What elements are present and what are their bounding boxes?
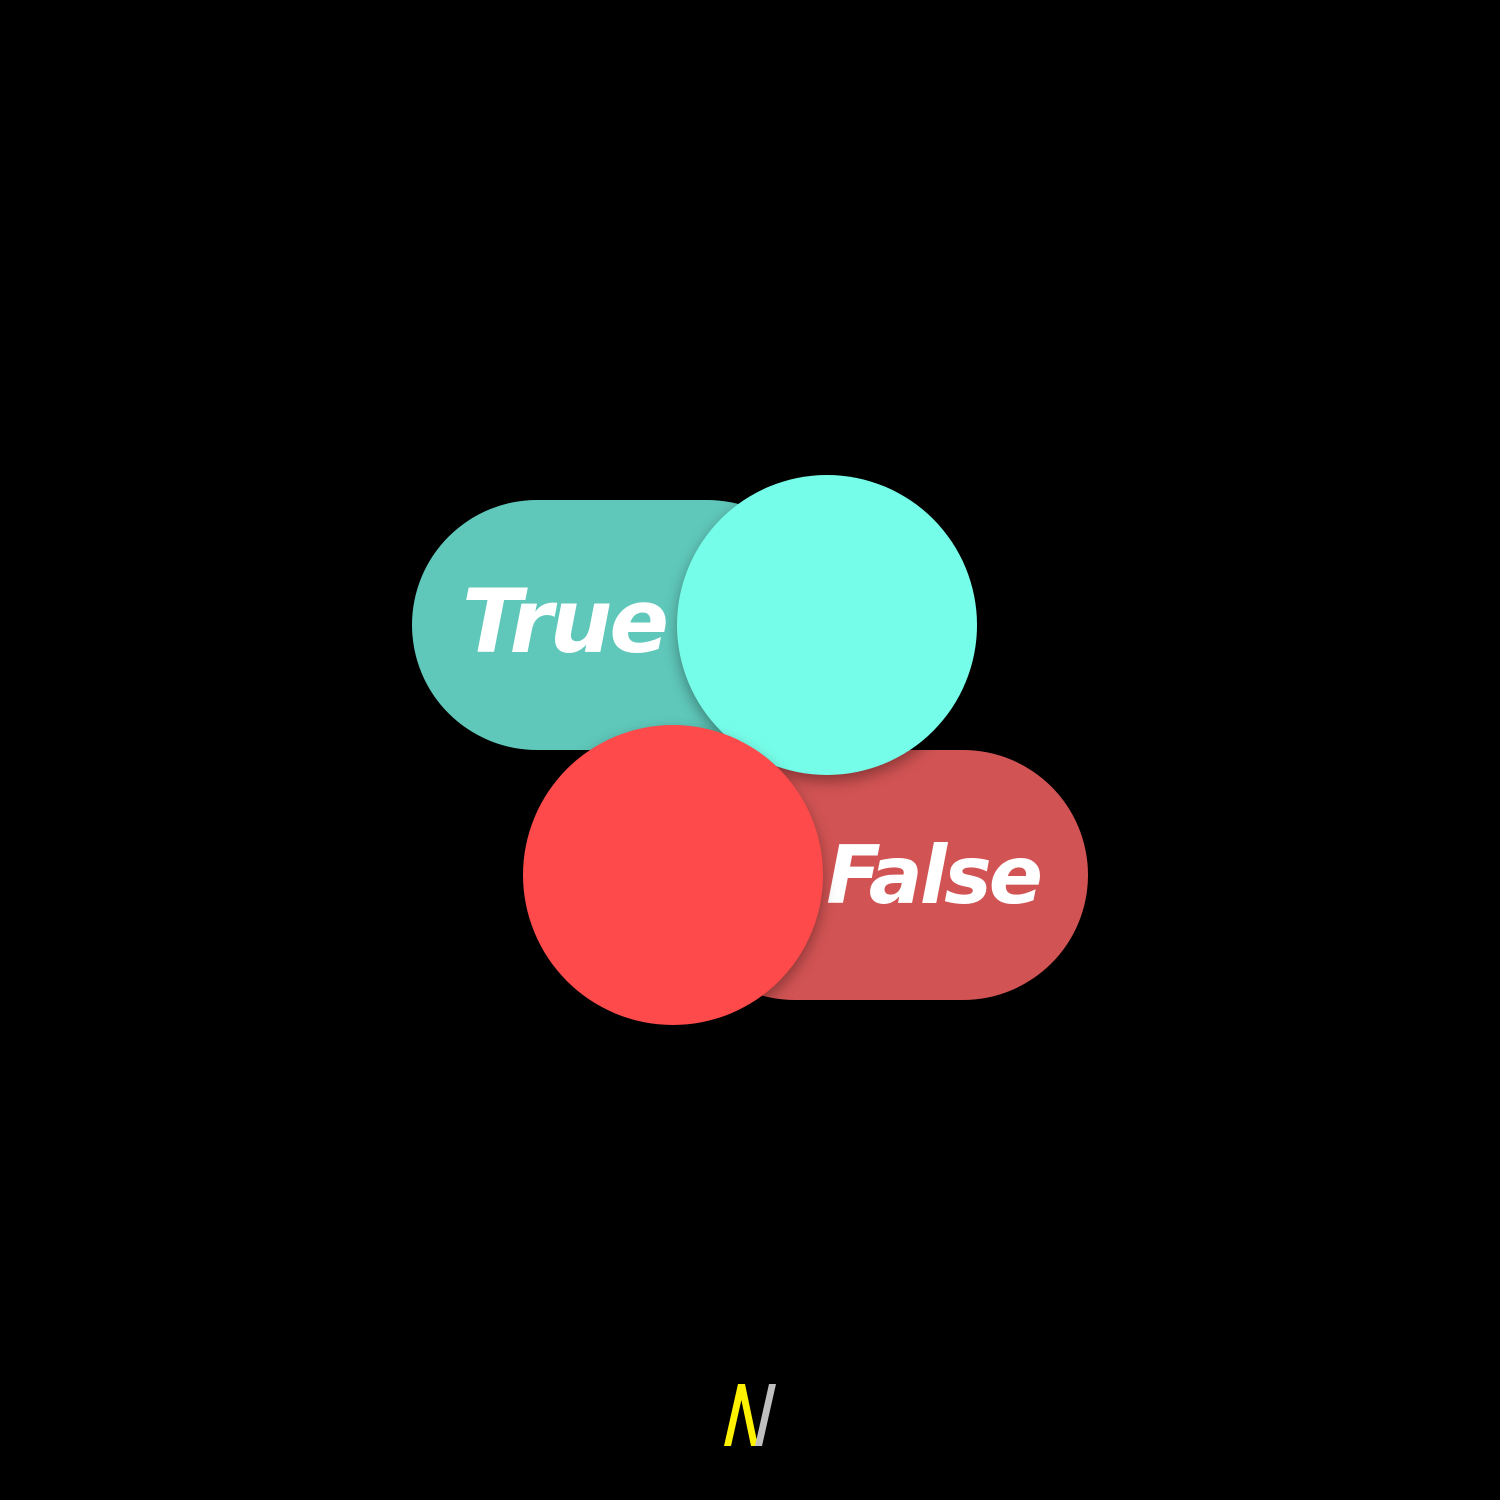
canvas: True False (0, 0, 1500, 1500)
logo-right-stroke (755, 1384, 776, 1446)
toggle-false-label: False (826, 829, 1043, 922)
toggle-true-label: True (462, 570, 669, 673)
toggle-true-knob[interactable] (677, 475, 977, 775)
n-logo-icon (724, 1384, 776, 1446)
toggle-false-knob[interactable] (523, 725, 823, 1025)
logo-diagonal-stroke (738, 1384, 758, 1446)
